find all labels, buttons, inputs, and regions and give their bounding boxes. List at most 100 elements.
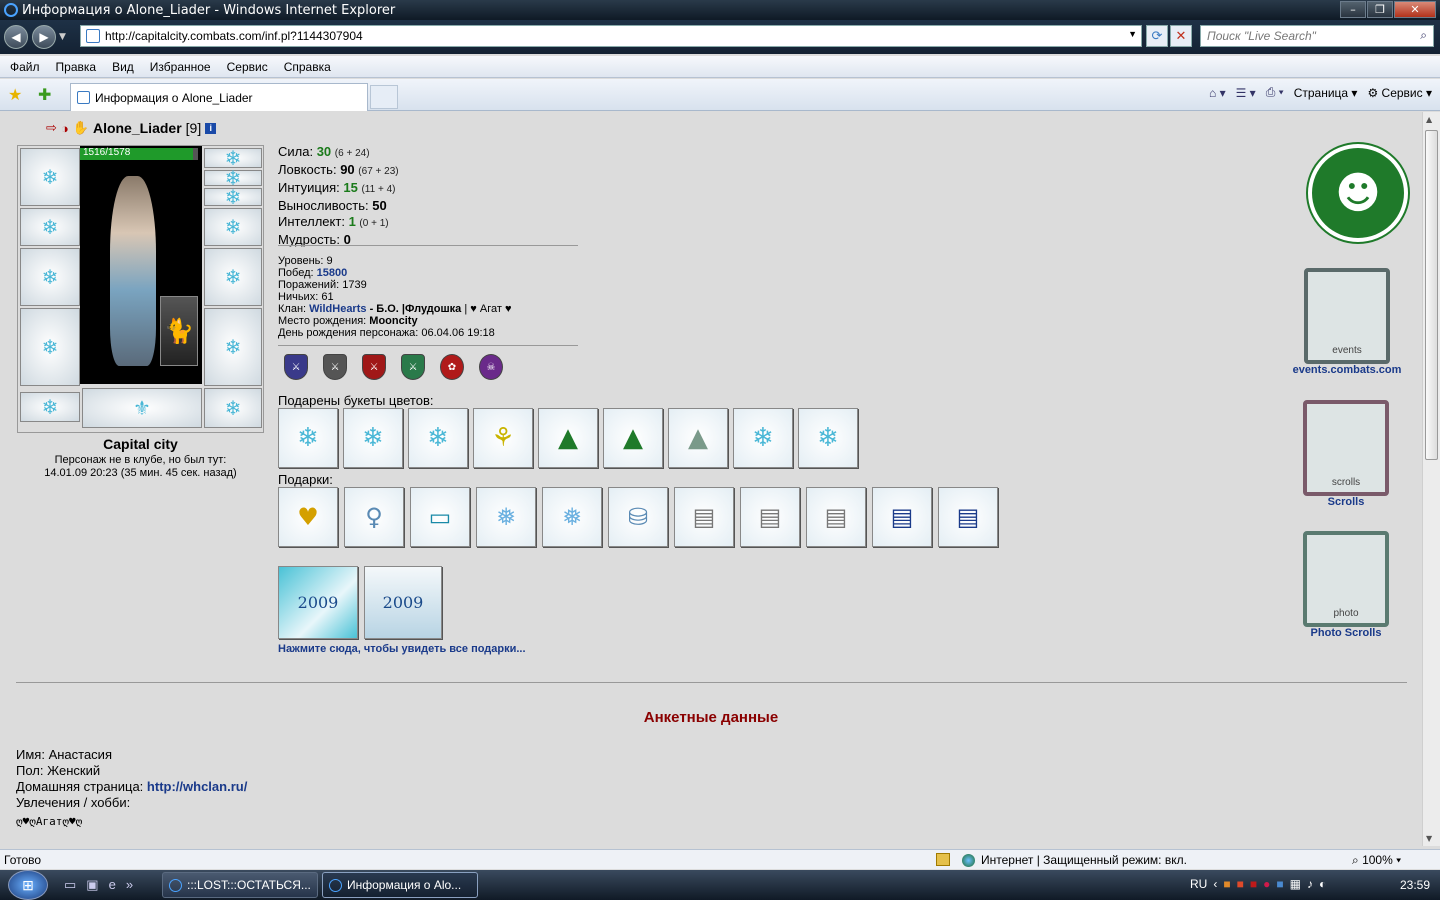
badge-skull-icon[interactable]: ☠ — [479, 354, 503, 380]
history-dropdown-icon[interactable]: ▼ — [59, 32, 66, 42]
clock[interactable]: 23:59 — [1400, 878, 1430, 892]
christmas-tree-icon[interactable]: ▲ — [603, 408, 663, 468]
security-zone[interactable]: Интернет | Защищенный режим: вкл. — [962, 853, 1187, 867]
tray-app-icon[interactable]: ■ — [1250, 877, 1257, 891]
tray-app-icon[interactable]: ● — [1263, 877, 1270, 891]
home-icon[interactable]: ⌂ ▾ — [1209, 86, 1226, 100]
forward-button[interactable]: ▶ — [32, 25, 56, 49]
favorites-star-icon[interactable]: ★ — [8, 85, 22, 105]
taskbar-button-info[interactable]: Информация о Alo... — [322, 872, 478, 898]
silver-chest-icon[interactable]: ▤ — [674, 487, 734, 547]
address-dropdown-icon[interactable]: ▼ — [1128, 29, 1137, 39]
events-link[interactable]: events events.combats.com — [1286, 268, 1408, 376]
homepage-link[interactable]: http://whclan.ru/ — [147, 779, 247, 794]
menu-file[interactable]: Файл — [4, 60, 46, 74]
scroll-thumb[interactable] — [1425, 130, 1438, 460]
new-year-card[interactable]: 2009 — [364, 566, 442, 639]
search-icon[interactable]: ⌕ — [1420, 28, 1427, 43]
badge-rose-icon[interactable]: ✿ — [440, 354, 464, 380]
page-menu-button[interactable]: Страница ▾ — [1294, 86, 1358, 100]
arrow-icon[interactable]: ⇨ — [46, 120, 57, 136]
tray-app-icon[interactable]: ■ — [1223, 877, 1230, 891]
scroll-down-icon[interactable]: ▼ — [1426, 834, 1432, 843]
vertical-scrollbar[interactable]: ▲ ▼ — [1422, 112, 1440, 846]
christmas-tree-icon[interactable]: ▲ — [668, 408, 728, 468]
clan-logo-icon[interactable]: ☻ — [1308, 144, 1408, 242]
ice-chest-icon[interactable]: ▭ — [410, 487, 470, 547]
gloves-slot[interactable]: ❄ — [204, 208, 262, 246]
blue-chest-icon[interactable]: ▤ — [938, 487, 998, 547]
flower-bouquet-icon[interactable]: ❄ — [343, 408, 403, 468]
necklace-slot[interactable]: ❄ — [20, 208, 80, 246]
feeds-icon[interactable]: ☰ ▾ — [1236, 86, 1256, 100]
photo-scrolls-link[interactable]: photo Photo Scrolls — [1296, 531, 1396, 639]
snowflake-icon[interactable]: ❅ — [542, 487, 602, 547]
daffodil-icon[interactable]: ⚘ — [473, 408, 533, 468]
all-gifts-link[interactable]: Нажмите сюда, чтобы увидеть все подарки.… — [278, 643, 526, 655]
legs-slot[interactable]: ❄ — [204, 308, 262, 386]
menu-tools[interactable]: Сервис — [221, 60, 274, 74]
badge-shield-icon[interactable]: ⚔ — [401, 354, 425, 380]
close-button[interactable]: ✕ — [1394, 1, 1436, 18]
add-favorites-icon[interactable]: ✚ — [38, 85, 51, 105]
back-button[interactable]: ◀ — [4, 25, 28, 49]
golden-key-icon[interactable]: ♥ — [278, 487, 338, 547]
save-icon[interactable]: ▣ — [86, 877, 98, 893]
helmet-slot[interactable]: ❄ — [20, 148, 80, 206]
menu-help[interactable]: Справка — [278, 60, 337, 74]
rings-slot[interactable]: ❄ — [204, 166, 262, 190]
tray-app-icon[interactable]: ■ — [1276, 877, 1283, 891]
popup-blocker-icon[interactable] — [936, 853, 950, 866]
badge-shield-icon[interactable]: ⚔ — [284, 354, 308, 380]
weapon-slot[interactable]: ❄ — [20, 248, 80, 306]
clan-link[interactable]: WildHearts — [309, 303, 366, 315]
maximize-button[interactable]: ❐ — [1367, 1, 1393, 18]
network-icon[interactable]: ▦ — [1290, 877, 1301, 891]
badge-shield-icon[interactable]: ⚔ — [323, 354, 347, 380]
new-tab-button[interactable] — [370, 85, 398, 109]
scroll-up-icon[interactable]: ▲ — [1426, 115, 1432, 124]
power-icon[interactable]: ◐ — [1319, 877, 1326, 891]
snowflake-icon[interactable]: ❅ — [476, 487, 536, 547]
more-icon[interactable]: » — [126, 877, 133, 893]
tab-character-info[interactable]: Информация о Alone_Liader — [70, 83, 368, 111]
ie-icon[interactable]: e — [109, 877, 116, 893]
menu-favorites[interactable]: Избранное — [144, 60, 217, 74]
zoom-control[interactable]: ⌕ 100% ▾ — [1352, 853, 1401, 868]
volume-icon[interactable]: ♪ — [1307, 877, 1313, 891]
armor-slot[interactable]: ❄ — [20, 308, 80, 386]
flower-bouquet-icon[interactable]: ❄ — [278, 408, 338, 468]
figurine-icon[interactable]: ♀ — [344, 487, 404, 547]
pet-cat-icon[interactable]: 🐈 — [160, 296, 198, 366]
tools-menu-button[interactable]: ⚙ Сервис ▾ — [1367, 86, 1432, 100]
runes-slot[interactable]: ❄ — [204, 185, 262, 209]
menu-view[interactable]: Вид — [106, 60, 140, 74]
milk-can-icon[interactable]: ⛁ — [608, 487, 668, 547]
minimize-button[interactable]: – — [1340, 1, 1366, 18]
belt-slot[interactable]: ❄ — [20, 392, 80, 422]
flower-bouquet-icon[interactable]: ❄ — [733, 408, 793, 468]
search-input[interactable]: Поиск "Live Search" ⌕ — [1200, 25, 1434, 47]
stop-button[interactable]: ✕ — [1170, 25, 1192, 47]
blue-chest-icon[interactable]: ▤ — [872, 487, 932, 547]
taskbar-button-lost[interactable]: :::LOST:::ОСТАТЬСЯ... — [162, 872, 318, 898]
menu-edit[interactable]: Правка — [50, 60, 103, 74]
christmas-tree-icon[interactable]: ▲ — [538, 408, 598, 468]
flower-bouquet-icon[interactable]: ❄ — [798, 408, 858, 468]
shield-slot[interactable]: ❄ — [204, 248, 262, 306]
print-icon[interactable]: ⎙ ▾ — [1266, 85, 1284, 100]
language-indicator[interactable]: RU — [1190, 877, 1207, 891]
info-icon[interactable]: i — [205, 122, 217, 134]
boots-slot[interactable]: ❄ — [204, 388, 262, 428]
badge-shield-icon[interactable]: ⚔ — [362, 354, 386, 380]
flower-bouquet-icon[interactable]: ❄ — [408, 408, 468, 468]
scrolls-link[interactable]: scrolls Scrolls — [1296, 400, 1396, 508]
new-year-card[interactable]: 2009 — [278, 566, 358, 639]
show-desktop-icon[interactable]: ▭ — [64, 877, 76, 893]
silver-chest-icon[interactable]: ▤ — [740, 487, 800, 547]
tray-app-icon[interactable]: ■ — [1237, 877, 1244, 891]
earrings-slot[interactable]: ❄ — [204, 146, 262, 170]
silver-chest-icon[interactable]: ▤ — [806, 487, 866, 547]
address-bar[interactable]: http://capitalcity.combats.com/inf.pl?11… — [80, 25, 1142, 47]
start-button[interactable]: ⊞ — [8, 870, 48, 900]
